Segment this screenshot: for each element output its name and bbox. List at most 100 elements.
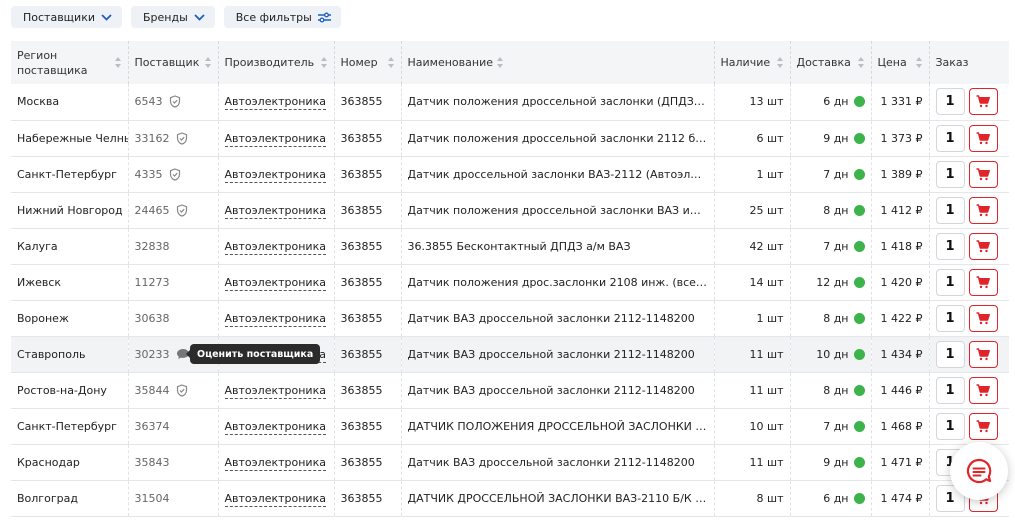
supplier-id: 35844 <box>134 383 170 397</box>
maker-link[interactable]: Автоэлектроника <box>224 131 326 147</box>
quantity-input[interactable]: 1 <box>935 376 965 404</box>
delivery-days: 8 дн <box>823 203 849 217</box>
col-delivery[interactable]: Доставка <box>790 41 872 84</box>
order-cell: 1 <box>929 372 1009 409</box>
region-cell: Воронеж <box>11 300 129 337</box>
maker-link[interactable]: Автоэлектроника <box>224 455 326 471</box>
price-value: 1 373 ₽ <box>880 131 923 145</box>
maker-link[interactable]: Автоэлектроника <box>224 419 326 435</box>
col-name[interactable]: Наименование <box>401 41 715 84</box>
supplier-id: 33162 <box>134 131 170 145</box>
delivery-days: 6 дн <box>823 95 849 109</box>
delivery-cell: 6 дн <box>790 480 872 517</box>
chevron-down-icon <box>194 13 205 21</box>
col-maker[interactable]: Производитель <box>218 41 335 84</box>
stock-cell: 25 шт <box>714 192 791 229</box>
delivery-days: 12 дн <box>816 275 849 289</box>
price-value: 1 389 ₽ <box>880 167 923 181</box>
price-cell: 1 446 ₽ <box>871 372 930 409</box>
maker-link[interactable]: Автоэлектроника <box>224 95 326 111</box>
part-number: 363855 <box>340 239 383 253</box>
delivery-cell: 8 дн <box>790 300 872 337</box>
quantity-input[interactable]: 1 <box>935 232 965 260</box>
suppliers-filter[interactable]: Поставщики <box>11 6 122 28</box>
add-to-cart-button[interactable] <box>968 160 998 188</box>
region-cell: Ставрополь <box>11 336 129 373</box>
name-cell: Датчик положения дрос.заслонки 2108 инж.… <box>401 264 715 301</box>
col-price[interactable]: Цена <box>871 41 930 84</box>
region-cell: Краснодар <box>11 444 129 481</box>
col-stock[interactable]: Наличие <box>714 41 791 84</box>
price-value: 1 420 ₽ <box>880 275 923 289</box>
maker-link[interactable]: Автоэлектроника <box>224 167 326 183</box>
col-number[interactable]: Номер <box>334 41 402 84</box>
quantity-input[interactable]: 1 <box>935 268 965 296</box>
maker-cell: Автоэлектроника <box>218 444 335 481</box>
part-number: 363855 <box>340 131 383 145</box>
quantity-input[interactable]: 1 <box>935 412 965 440</box>
add-to-cart-button[interactable] <box>968 88 998 116</box>
add-to-cart-button[interactable] <box>968 304 998 332</box>
supplier-id: 32838 <box>134 239 170 253</box>
add-to-cart-button[interactable] <box>968 232 998 260</box>
delivery-days: 8 дн <box>823 311 849 325</box>
name-cell: Датчик ВАЗ дроссельной заслонки 2112-114… <box>401 372 715 409</box>
verified-shield-icon <box>176 131 187 145</box>
supplier-id: 30638 <box>134 311 170 325</box>
add-to-cart-button[interactable] <box>968 124 998 152</box>
price-value: 1 418 ₽ <box>880 239 923 253</box>
add-to-cart-button[interactable] <box>968 268 998 296</box>
add-to-cart-button[interactable] <box>968 340 998 368</box>
col-region[interactable]: Регион поставщика <box>11 41 129 84</box>
suppliers-filter-label: Поставщики <box>23 10 95 24</box>
chat-fab-button[interactable] <box>950 442 1008 500</box>
maker-link[interactable]: Автоэлектроника <box>224 383 326 399</box>
region-cell: Нижний Новгород <box>11 192 129 229</box>
quantity-input[interactable]: 1 <box>935 124 965 152</box>
cart-icon <box>976 275 990 288</box>
quantity-input[interactable]: 1 <box>935 304 965 332</box>
price-cell: 1 389 ₽ <box>871 156 930 193</box>
region-text: Ставрополь <box>17 347 86 361</box>
quantity-input[interactable]: 1 <box>935 340 965 368</box>
quantity-input[interactable]: 1 <box>935 88 965 116</box>
name-cell: Датчик ВАЗ дроссельной заслонки 2112-114… <box>401 300 715 337</box>
quantity-input[interactable]: 1 <box>935 196 965 224</box>
part-number: 363855 <box>340 347 383 361</box>
number-cell: 363855 <box>334 408 402 445</box>
supplier-cell: 33162 <box>128 120 219 157</box>
region-cell: Волгоград <box>11 480 129 517</box>
maker-link[interactable]: Автоэлектроника <box>224 239 326 255</box>
maker-link[interactable]: Автоэлектроника <box>224 491 326 507</box>
part-name: Датчик ВАЗ дроссельной заслонки 2112-114… <box>407 311 695 325</box>
name-cell: Датчик ВАЗ дроссельной заслонки 2112-114… <box>401 336 715 373</box>
brands-filter[interactable]: Бренды <box>130 6 215 28</box>
add-to-cart-button[interactable] <box>968 376 998 404</box>
availability-dot-icon <box>853 168 865 180</box>
part-number: 363855 <box>340 95 383 109</box>
maker-cell: Автоэлектроника <box>218 156 335 193</box>
region-text: Воронеж <box>17 311 69 325</box>
price-cell: 1 331 ₽ <box>871 84 930 121</box>
part-name: Датчик ВАЗ дроссельной заслонки 2112-114… <box>407 347 695 361</box>
part-number: 363855 <box>340 419 383 433</box>
number-cell: 363855 <box>334 372 402 409</box>
maker-link[interactable]: Автоэлектроника <box>224 275 326 291</box>
stock-qty: 8 шт <box>756 491 784 505</box>
col-supplier[interactable]: Поставщик <box>128 41 219 84</box>
quantity-input[interactable]: 1 <box>935 160 965 188</box>
maker-link[interactable]: Автоэлектроника <box>224 203 326 219</box>
name-cell: Датчик положения дроссельной заслонки (Д… <box>401 84 715 121</box>
sort-icon <box>204 57 212 68</box>
all-filters-button[interactable]: Все фильтры <box>223 6 341 28</box>
cart-icon <box>976 95 990 108</box>
region-cell: Калуга <box>11 228 129 265</box>
add-to-cart-button[interactable] <box>968 412 998 440</box>
order-cell: 1 <box>929 264 1009 301</box>
stock-cell: 42 шт <box>714 228 791 265</box>
supplier-id: 35843 <box>134 455 170 469</box>
add-to-cart-button[interactable] <box>968 196 998 224</box>
availability-dot-icon <box>853 276 865 288</box>
supplier-cell: 24465 <box>128 192 219 229</box>
maker-link[interactable]: Автоэлектроника <box>224 311 326 327</box>
